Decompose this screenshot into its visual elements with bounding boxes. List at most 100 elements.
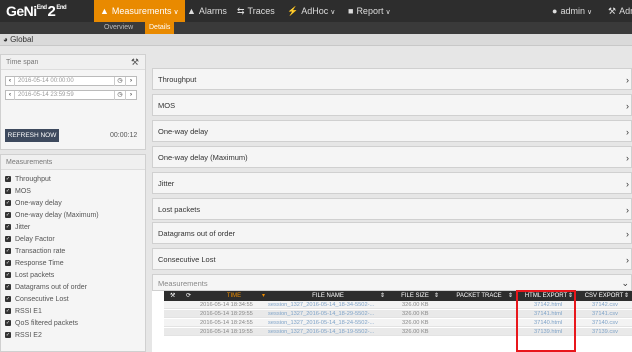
start-datetime[interactable]: ‹ 2016-05-14 00:00:00 ◷ › [5, 76, 137, 86]
wrench-icon: ⚒ [608, 6, 617, 16]
measurement-row-throughput[interactable]: Throughput › [152, 68, 632, 90]
nav-adhoc[interactable]: ⚡ AdHoc ∨ [287, 0, 335, 22]
chevron-right-icon: › [626, 205, 629, 215]
next-arrow-icon[interactable]: › [125, 91, 136, 100]
chevron-right-icon: › [626, 229, 629, 239]
chevron-right-icon: › [626, 153, 629, 163]
measurement-checkbox[interactable]: ✓ One-way delay (Maximum) [5, 211, 99, 220]
measurement-checkbox[interactable]: ✓ Consecutive Lost [5, 295, 69, 304]
checkbox-checked-icon: ✓ [5, 236, 11, 243]
column-csv-export[interactable]: CSV EXPORT ⇕ [576, 291, 632, 301]
chevron-right-icon: › [626, 101, 629, 111]
bolt-icon: ⚡ [287, 6, 299, 16]
scope-bar[interactable]: ◕ Global [0, 34, 632, 46]
cell-time: 2016-05-14 18:34:55 [200, 302, 253, 308]
measurement-checkbox[interactable]: ✓ RSSI E1 [5, 307, 42, 316]
html-export-highlight [516, 290, 576, 352]
logo-two: 2 [47, 2, 56, 20]
cell-file-name[interactable]: session_1327_2016-05-14_18-24-5502-... [268, 319, 388, 327]
nav-alarms[interactable]: ▲ Alarms [187, 0, 227, 22]
tab-details[interactable]: Details [145, 22, 175, 34]
measurement-checkbox[interactable]: ✓ QoS filtered packets [5, 319, 78, 328]
sort-icon: ⇕ [379, 293, 385, 299]
clock-icon[interactable]: ◷ [114, 77, 125, 86]
next-arrow-icon[interactable]: › [125, 77, 136, 86]
cell-csv-export[interactable]: 37140.csv [592, 319, 618, 327]
user-icon: ● [552, 6, 558, 16]
chevron-down-icon: ∨ [330, 9, 336, 16]
sort-icon: ⇕ [623, 293, 629, 299]
column-packet-trace[interactable]: PACKET TRACE ⇕ [442, 291, 516, 301]
measurement-row-one-way-delay[interactable]: One-way delay › [152, 120, 632, 142]
admin-menu[interactable]: ⚒Adm [608, 0, 632, 22]
cell-csv-export[interactable]: 37142.csv [592, 301, 618, 309]
measurement-checkbox[interactable]: ✓ Throughput [5, 175, 51, 184]
refresh-now-button[interactable]: REFRESH NOW [5, 129, 59, 142]
measurements-section-header[interactable]: Measurements ⌄ [152, 274, 632, 291]
checkbox-checked-icon: ✓ [5, 272, 11, 279]
end-datetime[interactable]: ‹ 2016-05-14 23:59:59 ◷ › [5, 90, 137, 100]
chevron-down-icon: ∨ [385, 9, 391, 16]
measurement-checkbox[interactable]: ✓ MOS [5, 187, 31, 196]
cell-csv-export[interactable]: 37139.csv [592, 328, 618, 336]
cell-file-name[interactable]: session_1327_2016-05-14_18-29-5502-... [268, 310, 388, 318]
cell-time: 2016-05-14 18:19:55 [200, 329, 253, 335]
nav-measurements[interactable]: ▲ Measurements ∨ [94, 0, 185, 22]
nav-traces[interactable]: ⇆ Traces [237, 0, 275, 22]
measurement-row-datagrams-out-of-order[interactable]: Datagrams out of order › [152, 222, 632, 244]
clock-icon[interactable]: ◷ [114, 91, 125, 100]
measurement-checkbox[interactable]: ✓ Delay Factor [5, 235, 55, 244]
chevron-down-icon: ⌄ [621, 278, 629, 288]
document-icon: ■ [348, 6, 354, 16]
cell-file-size: 326.00 KB [402, 302, 429, 308]
measurement-checkbox[interactable]: ✓ Response Time [5, 259, 64, 268]
sort-icon: ⇕ [433, 293, 439, 299]
chevron-right-icon: › [626, 75, 629, 85]
wrench-icon[interactable]: ⚒ [170, 291, 175, 301]
cell-file-name[interactable]: session_1327_2016-05-14_18-19-5502-... [268, 328, 388, 336]
checkbox-checked-icon: ✓ [5, 308, 11, 315]
measurement-row-jitter[interactable]: Jitter › [152, 172, 632, 194]
column-time[interactable]: TIME ▾ [200, 291, 268, 301]
checkbox-checked-icon: ✓ [5, 212, 11, 219]
user-menu[interactable]: ● admin ∨ [552, 0, 592, 22]
cell-time: 2016-05-14 18:29:55 [200, 311, 253, 317]
chevron-down-icon: ∨ [173, 9, 179, 16]
tab-overview[interactable]: Overview [100, 22, 137, 34]
measurement-checkbox[interactable]: ✓ One-way delay [5, 199, 62, 208]
checkbox-checked-icon: ✓ [5, 332, 11, 339]
measurement-checkbox[interactable]: ✓ Jitter [5, 223, 30, 232]
checkbox-checked-icon: ✓ [5, 188, 11, 195]
bar-chart-icon: ▲ [100, 6, 109, 16]
cell-time: 2016-05-14 18:24:55 [200, 320, 253, 326]
measurement-row-consecutive-lost[interactable]: Consecutive Lost › [152, 248, 632, 270]
checkbox-checked-icon: ✓ [5, 248, 11, 255]
app-logo[interactable]: GeNi End 2 End [6, 2, 67, 20]
measurement-checkbox[interactable]: ✓ Datagrams out of order [5, 283, 87, 292]
prev-arrow-icon[interactable]: ‹ [6, 91, 15, 100]
prev-arrow-icon[interactable]: ‹ [6, 77, 15, 86]
measurement-checkbox[interactable]: ✓ Transaction rate [5, 247, 65, 256]
checkbox-checked-icon: ✓ [5, 320, 11, 327]
column-file-name[interactable]: FILE NAME ⇕ [268, 291, 388, 301]
wrench-icon[interactable]: ⚒ [131, 55, 139, 70]
column-file-size[interactable]: FILE SIZE ⇕ [388, 291, 442, 301]
chevron-right-icon: › [626, 179, 629, 189]
refresh-icon[interactable]: ⟳ [186, 291, 191, 301]
nav-report[interactable]: ■ Report ∨ [348, 0, 391, 22]
checkbox-checked-icon: ✓ [5, 296, 11, 303]
bell-icon: ▲ [187, 6, 196, 16]
measurement-row-mos[interactable]: MOS › [152, 94, 632, 116]
refresh-countdown: 00:00:12 [110, 132, 138, 139]
chevron-down-icon: ∨ [586, 9, 593, 16]
cell-file-name[interactable]: session_1327_2016-05-14_18-34-5502-... [268, 301, 388, 309]
measurement-row-one-way-delay-max[interactable]: One-way delay (Maximum) › [152, 146, 632, 168]
measurement-row-lost-packets[interactable]: Lost packets › [152, 198, 632, 220]
checkbox-checked-icon: ✓ [5, 224, 11, 231]
arrows-icon: ⇆ [237, 6, 245, 16]
measurement-checkbox[interactable]: ✓ RSSI E2 [5, 331, 42, 340]
cell-csv-export[interactable]: 37141.csv [592, 310, 618, 318]
measurement-checkbox[interactable]: ✓ Lost packets [5, 271, 54, 280]
logo-end-2: End [56, 5, 67, 11]
logo-geni: GeNi [6, 3, 37, 19]
